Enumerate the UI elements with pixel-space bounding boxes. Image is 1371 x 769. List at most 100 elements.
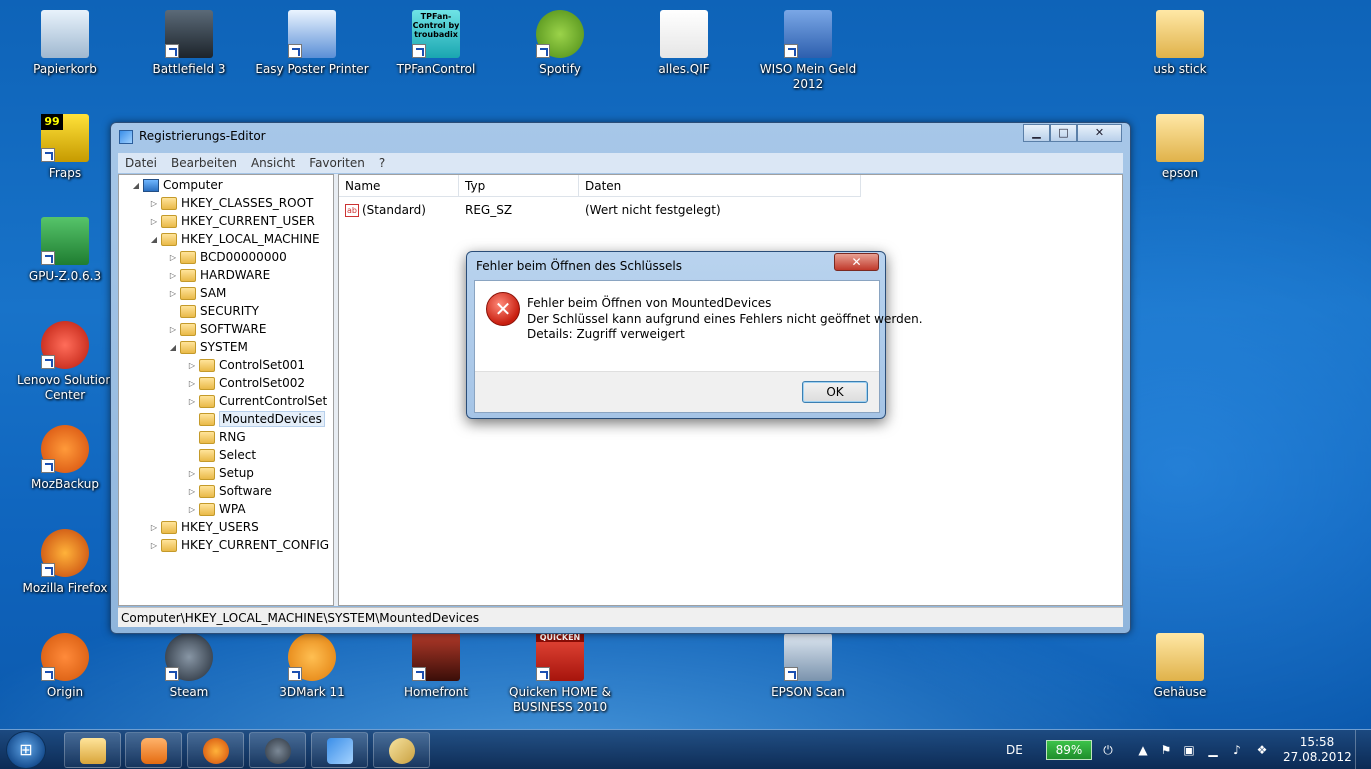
- media-player-icon[interactable]: [125, 732, 182, 768]
- power-plug-icon[interactable]: ⏻: [1101, 743, 1115, 757]
- tree-node-hkey_current_user[interactable]: ▷ HKEY_CURRENT_USER: [149, 212, 315, 230]
- desktop-icon-battlefield[interactable]: Battlefield 3: [129, 10, 249, 77]
- battery-indicator[interactable]: 89%: [1046, 740, 1092, 760]
- desktop-icon-folder[interactable]: Gehäuse: [1120, 633, 1240, 700]
- expander-icon[interactable]: ▷: [168, 289, 178, 298]
- desktop-icon-fan-control[interactable]: TPFan-Control by troubadix TPFanControl: [376, 10, 496, 77]
- expander-icon[interactable]: ▷: [187, 469, 197, 478]
- network-signal-icon[interactable]: ▁: [1206, 743, 1220, 757]
- desktop-icon-folder[interactable]: usb stick: [1120, 10, 1240, 77]
- desktop-icon-recycle-bin[interactable]: Papierkorb: [5, 10, 125, 77]
- start-button[interactable]: ⊞: [6, 731, 46, 769]
- tree-node-controlset001[interactable]: ▷ ControlSet001: [187, 356, 305, 374]
- column-name[interactable]: Name: [339, 175, 459, 197]
- ok-button[interactable]: OK: [802, 381, 868, 403]
- desktop-icon-folder[interactable]: epson: [1120, 114, 1240, 181]
- expander-icon[interactable]: ▷: [168, 325, 178, 334]
- expander-icon[interactable]: ▷: [149, 541, 159, 550]
- action-center-flag-icon[interactable]: ⚑: [1159, 743, 1173, 757]
- registry-tree[interactable]: ◢ Computer ▷ HKEY_CLASSES_ROOT ▷ HKEY_CURRENT…: [118, 174, 334, 606]
- expander-icon[interactable]: ▷: [149, 199, 159, 208]
- wiso-icon: [784, 10, 832, 58]
- steam-icon[interactable]: [249, 732, 306, 768]
- epson-scan-icon: [784, 633, 832, 681]
- desktop-icon-spotify[interactable]: Spotify: [500, 10, 620, 77]
- dialog-close-button[interactable]: ✕: [834, 253, 879, 271]
- show-desktop-button[interactable]: [1355, 730, 1371, 769]
- desktop-icon-origin[interactable]: Origin: [5, 633, 125, 700]
- menu-help[interactable]: ?: [372, 156, 392, 170]
- tree-node-software[interactable]: ▷ SOFTWARE: [168, 320, 267, 338]
- desktop-icon-epson-scan[interactable]: EPSON Scan: [748, 633, 868, 700]
- expander-icon[interactable]: ▷: [187, 361, 197, 370]
- tree-node-hkey_current_config[interactable]: ▷ HKEY_CURRENT_CONFIG: [149, 536, 329, 554]
- column-daten[interactable]: Daten: [579, 175, 861, 197]
- minimize-button[interactable]: ▁: [1023, 124, 1050, 142]
- tree-node-setup[interactable]: ▷ Setup: [187, 464, 254, 482]
- expander-icon[interactable]: ▷: [149, 217, 159, 226]
- tree-node-label: SAM: [200, 286, 227, 300]
- tree-node-mounteddevices[interactable]: MountedDevices: [187, 410, 325, 428]
- expander-icon[interactable]: ▷: [187, 379, 197, 388]
- desktop-icon-quicken[interactable]: QUICKEN Quicken HOME & BUSINESS 2010: [500, 633, 620, 715]
- tree-node-currentcontrolset[interactable]: ▷ CurrentControlSet: [187, 392, 327, 410]
- firefox-icon[interactable]: [187, 732, 244, 768]
- expander-icon[interactable]: ▷: [168, 271, 178, 280]
- expander-icon[interactable]: ▷: [187, 487, 197, 496]
- menu-bearbeiten[interactable]: Bearbeiten: [164, 156, 244, 170]
- explorer-icon[interactable]: [64, 732, 121, 768]
- expander-icon[interactable]: ▷: [168, 253, 178, 262]
- expander-icon[interactable]: ▷: [149, 523, 159, 532]
- expander-icon[interactable]: ◢: [131, 181, 141, 190]
- value-row-name[interactable]: ab (Standard): [345, 203, 426, 217]
- clock-date: 27.08.2012: [1283, 750, 1352, 764]
- menu-datei[interactable]: Datei: [118, 156, 164, 170]
- paint-icon[interactable]: [373, 732, 430, 768]
- expander-icon[interactable]: ▷: [187, 505, 197, 514]
- folder-icon: [180, 322, 196, 336]
- dropbox-icon[interactable]: ❖: [1255, 743, 1269, 757]
- tree-node-system[interactable]: ◢ SYSTEM: [168, 338, 248, 356]
- column-typ[interactable]: Typ: [459, 175, 579, 197]
- tree-node-bcd00000000[interactable]: ▷ BCD00000000: [168, 248, 287, 266]
- tree-node-hardware[interactable]: ▷ HARDWARE: [168, 266, 270, 284]
- regedit-icon[interactable]: [311, 732, 368, 768]
- tree-node-hkey_classes_root[interactable]: ▷ HKEY_CLASSES_ROOT: [149, 194, 313, 212]
- tree-node-controlset002[interactable]: ▷ ControlSet002: [187, 374, 305, 392]
- desktop-icon-mozbackup[interactable]: MozBackup: [5, 425, 125, 492]
- tree-node-wpa[interactable]: ▷ WPA: [187, 500, 246, 518]
- desktop-icon-file[interactable]: alles.QIF: [624, 10, 744, 77]
- desktop-icon-poster-printer[interactable]: Easy Poster Printer: [252, 10, 372, 77]
- expander-icon[interactable]: ◢: [168, 343, 178, 352]
- desktop-icon-homefront[interactable]: Homefront: [376, 633, 496, 700]
- tree-node-rng[interactable]: RNG: [187, 428, 246, 446]
- tree-node-software[interactable]: ▷ Software: [187, 482, 272, 500]
- usb-device-icon[interactable]: ▣: [1182, 743, 1196, 757]
- tree-node-select[interactable]: Select: [187, 446, 256, 464]
- close-button[interactable]: ✕: [1077, 124, 1122, 142]
- tree-node-hkey_local_machine[interactable]: ◢ HKEY_LOCAL_MACHINE: [149, 230, 320, 248]
- expander-icon[interactable]: ◢: [149, 235, 159, 244]
- tray-expand-icon[interactable]: ▲: [1136, 743, 1150, 757]
- maximize-button[interactable]: □: [1050, 124, 1077, 142]
- clock[interactable]: 15:58 27.08.2012: [1283, 735, 1352, 765]
- language-indicator[interactable]: DE: [1006, 730, 1023, 769]
- desktop-icon-gpuz[interactable]: GPU-Z.0.6.3: [5, 217, 125, 284]
- desktop-icon-fraps[interactable]: 99 Fraps: [5, 114, 125, 181]
- shortcut-arrow-icon: [412, 667, 426, 681]
- tree-node-computer[interactable]: ◢ Computer: [131, 176, 223, 194]
- desktop-icon-label: Mozilla Firefox: [22, 581, 108, 595]
- tree-node-security[interactable]: SECURITY: [168, 302, 259, 320]
- tree-node-sam[interactable]: ▷ SAM: [168, 284, 226, 302]
- desktop-icon-3dmark[interactable]: 3DMark 11: [252, 633, 372, 700]
- volume-icon[interactable]: ♪: [1230, 743, 1244, 757]
- expander-icon[interactable]: ▷: [187, 397, 197, 406]
- desktop-icon-steam[interactable]: Steam: [129, 633, 249, 700]
- desktop-icon-wiso[interactable]: WISO Mein Geld 2012: [748, 10, 868, 92]
- tree-node-hkey_users[interactable]: ▷ HKEY_USERS: [149, 518, 259, 536]
- folder-icon: [199, 430, 215, 444]
- desktop-icon-lenovo[interactable]: Lenovo Solution Center: [5, 321, 125, 403]
- desktop-icon-firefox[interactable]: Mozilla Firefox: [5, 529, 125, 596]
- menu-ansicht[interactable]: Ansicht: [244, 156, 302, 170]
- menu-favoriten[interactable]: Favoriten: [302, 156, 372, 170]
